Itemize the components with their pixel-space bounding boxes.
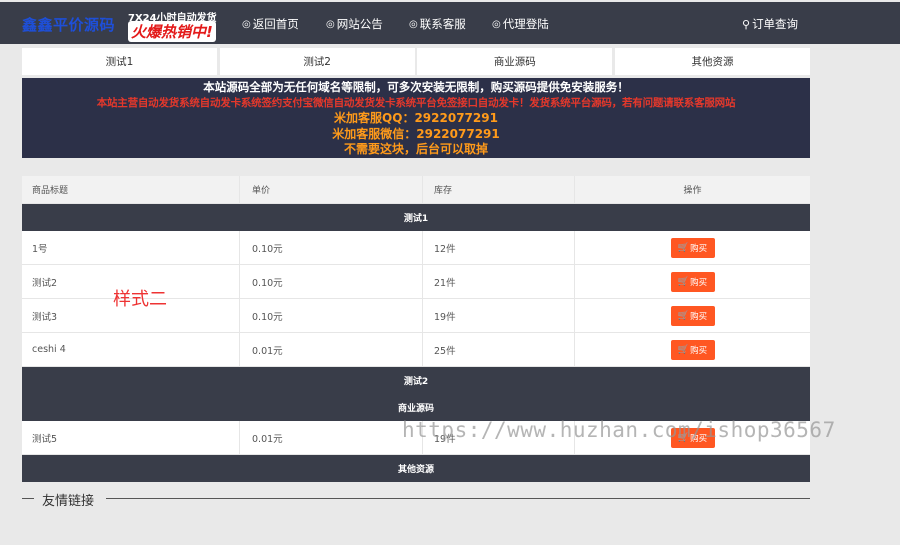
- notice-hint: 不需要这块，后台可以取掉: [343, 142, 488, 157]
- nav-order-search-label: 订单查询: [752, 17, 799, 31]
- group-row: 商业源码: [22, 394, 810, 421]
- tab-test1[interactable]: 测试1: [22, 48, 217, 75]
- home-icon: ◎: [242, 18, 251, 30]
- notice-qq: 米加客服QQ：2922077291: [334, 111, 498, 126]
- watermark-url: https://www.huzhan.com/ishop36567: [402, 418, 836, 442]
- group-row: 其他资源: [22, 455, 810, 482]
- site-logo[interactable]: 鑫鑫平价源码: [22, 14, 115, 35]
- product-stock: 12件: [423, 231, 575, 264]
- nav-agent-login[interactable]: ◎ 代理登陆: [492, 16, 549, 32]
- product-title: ceshi 4: [22, 333, 240, 366]
- header-title: 商品标题: [22, 176, 240, 203]
- friend-links-title: 友情链接: [42, 494, 95, 509]
- buy-button[interactable]: 🛒 购买: [670, 271, 715, 292]
- product-action: 🛒 购买: [575, 231, 810, 264]
- nav-home-label: 返回首页: [252, 17, 299, 31]
- style-label: 样式二: [113, 289, 167, 310]
- buy-button[interactable]: 🛒 购买: [670, 237, 715, 258]
- product-price: 0.10元: [240, 265, 423, 298]
- nav-announcement-label: 网站公告: [336, 17, 383, 31]
- agent-icon: ◎: [492, 18, 501, 30]
- header-stock: 库存: [423, 176, 575, 203]
- top-header: 鑫鑫平价源码 7X24小时自动发货 火爆热销中! ◎ 返回首页 ◎ 网站公告 ◎…: [0, 2, 900, 44]
- nav-announcement[interactable]: ◎ 网站公告: [326, 16, 383, 32]
- header-price: 单价: [240, 176, 423, 203]
- product-action: 🛒 购买: [575, 265, 810, 298]
- notice-banner: 本站源码全部为无任何域名等限制，可多次安装无限制，购买源码提供免安装服务！ 本站…: [22, 78, 810, 158]
- tab-commercial-source[interactable]: 商业源码: [417, 48, 613, 75]
- contact-icon: ◎: [409, 18, 418, 30]
- nav-contact-label: 联系客服: [419, 17, 466, 31]
- notice-line-2: 本站主营自动发货系统自动发卡系统签约支付宝微信自动发货发卡系统平台免签接口自动发…: [96, 96, 736, 109]
- divider-left: [22, 498, 34, 499]
- product-action: 🛒 购买: [575, 333, 810, 366]
- notice-line-1: 本站源码全部为无任何域名等限制，可多次安装无限制，购买源码提供免安装服务！: [203, 80, 629, 94]
- table-header: 商品标题 单价 库存 操作: [22, 176, 810, 204]
- buy-button[interactable]: 🛒 购买: [670, 305, 715, 326]
- friend-links-section: 友情链接: [22, 490, 810, 509]
- product-stock: 25件: [423, 333, 575, 366]
- table-row: ceshi 4 0.01元 25件 🛒 购买: [22, 333, 810, 367]
- buy-label: 购买: [690, 277, 708, 288]
- buy-label: 购买: [690, 243, 708, 254]
- divider-right: [106, 498, 810, 499]
- product-title: 测试5: [22, 421, 240, 454]
- table-row: 1号 0.10元 12件 🛒 购买: [22, 231, 810, 265]
- product-price: 0.01元: [240, 421, 423, 454]
- nav-order-search[interactable]: ⚲ 订单查询: [742, 16, 798, 32]
- product-price: 0.10元: [240, 231, 423, 264]
- nav-agent-login-label: 代理登陆: [502, 17, 549, 31]
- category-tabs: 测试1 测试2 商业源码 其他资源: [22, 48, 810, 75]
- buy-button[interactable]: 🛒 购买: [670, 339, 715, 360]
- product-price: 0.01元: [240, 333, 423, 366]
- product-price: 0.10元: [240, 299, 423, 332]
- group-row: 测试2: [22, 367, 810, 394]
- product-stock: 21件: [423, 265, 575, 298]
- buy-label: 购买: [690, 345, 708, 356]
- product-title: 1号: [22, 231, 240, 264]
- announcement-icon: ◎: [326, 18, 335, 30]
- search-icon: ⚲: [742, 17, 751, 31]
- tab-other-resources[interactable]: 其他资源: [614, 48, 810, 75]
- product-stock: 19件: [423, 299, 575, 332]
- cart-icon: 🛒: [677, 310, 690, 321]
- group-row: 测试1: [22, 204, 810, 231]
- nav-contact[interactable]: ◎ 联系客服: [409, 16, 466, 32]
- tab-test2[interactable]: 测试2: [219, 48, 415, 75]
- cart-icon: 🛒: [677, 276, 690, 287]
- cart-icon: 🛒: [677, 344, 690, 355]
- notice-wechat: 米加客服微信：2922077291: [332, 126, 500, 141]
- product-action: 🛒 购买: [575, 299, 810, 332]
- buy-label: 购买: [690, 311, 708, 322]
- cart-icon: 🛒: [677, 242, 690, 253]
- header-action: 操作: [683, 186, 702, 196]
- promo-title: 火爆热销中!: [128, 21, 216, 42]
- nav-home[interactable]: ◎ 返回首页: [242, 16, 299, 32]
